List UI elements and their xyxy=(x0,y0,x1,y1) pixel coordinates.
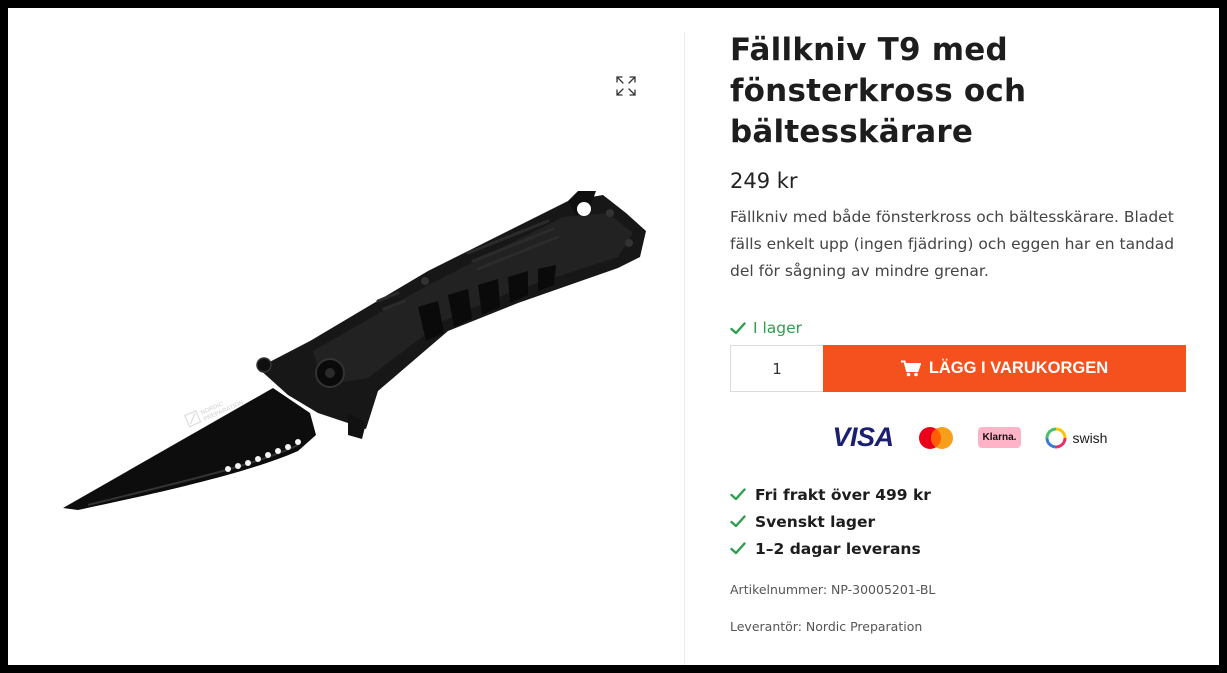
stock-status-label: I lager xyxy=(753,319,803,337)
product-gallery: NORDIC PREPARATION xyxy=(8,8,684,665)
product-image[interactable]: NORDIC PREPARATION xyxy=(48,173,658,523)
usp-item: 1–2 dagar leverans xyxy=(730,535,1190,562)
usp-delivery-time: 1–2 dagar leverans xyxy=(755,539,921,558)
stock-status: I lager xyxy=(730,319,1190,337)
vendor: Leverantör: Nordic Preparation xyxy=(730,619,923,634)
product-info: Fällkniv T9 med fönsterkross och bältess… xyxy=(730,8,1190,634)
quantity-input[interactable] xyxy=(730,345,823,392)
article-number: Artikelnummer: NP-30005201-BL xyxy=(730,582,936,597)
product-page: NORDIC PREPARATION Fällkniv T9 med fönst… xyxy=(8,8,1219,665)
usp-item: Fri frakt över 499 kr xyxy=(730,481,1190,508)
usp-list: Fri frakt över 499 kr Svenskt lager 1–2 … xyxy=(730,481,1190,562)
swish-label: swish xyxy=(1072,429,1108,446)
buy-row: LÄGG I VARUKORGEN xyxy=(730,345,1190,392)
check-icon xyxy=(730,515,746,528)
usp-swedish-stock: Svenskt lager xyxy=(755,512,876,531)
visa-logo: VISA xyxy=(832,422,895,452)
cart-icon xyxy=(900,360,921,377)
expand-icon[interactable] xyxy=(614,74,638,98)
product-description: Fällkniv med både fönsterkross och bälte… xyxy=(730,208,1175,280)
usp-free-shipping: Fri frakt över 499 kr xyxy=(755,485,931,504)
column-divider xyxy=(684,32,685,665)
product-price: 249 kr xyxy=(730,169,798,193)
mastercard-logo xyxy=(918,426,953,449)
swish-logo: swish xyxy=(1045,427,1107,449)
add-to-cart-label: LÄGG I VARUKORGEN xyxy=(928,359,1109,377)
payment-methods: VISA Klarna. swish xyxy=(730,422,1190,453)
add-to-cart-button[interactable]: LÄGG I VARUKORGEN xyxy=(823,345,1186,392)
check-icon xyxy=(730,321,746,334)
swish-icon xyxy=(1045,427,1067,448)
check-icon xyxy=(730,488,746,501)
check-icon xyxy=(730,542,746,555)
product-title: Fällkniv T9 med fönsterkross och bältess… xyxy=(730,32,1027,150)
klarna-logo: Klarna. xyxy=(977,427,1022,448)
usp-item: Svenskt lager xyxy=(730,508,1190,535)
